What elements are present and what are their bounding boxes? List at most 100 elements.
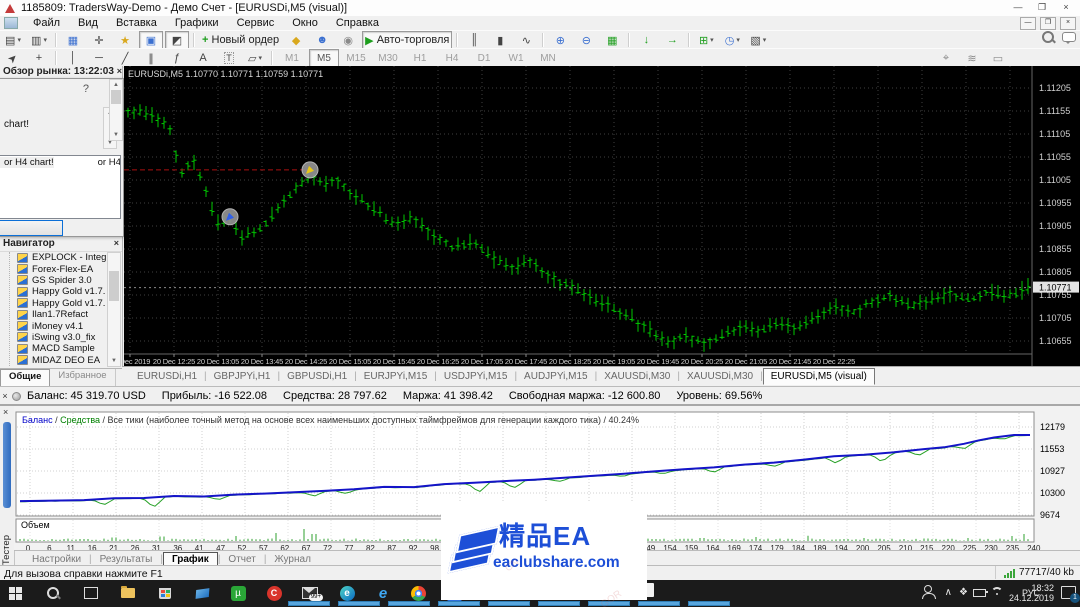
navigator-item[interactable]: EXPLOCK - Integr (0, 252, 122, 263)
zoom-out-button[interactable]: ⊖ (574, 31, 598, 49)
line-chart-button[interactable]: ∿ (514, 31, 538, 49)
chart-tab[interactable]: EURUSDi,M5 (visual) (762, 368, 875, 385)
chart-tab[interactable]: XAUUSDi,M30 (597, 369, 677, 384)
scroll-up-icon[interactable]: ▲ (110, 80, 122, 90)
navigator-item[interactable]: MIDAZ DEO EA (0, 355, 122, 366)
disabled-tool-button-1[interactable]: ⌖ (934, 49, 958, 67)
horizontal-line-button[interactable]: ─ (87, 49, 111, 67)
mdi-close-button[interactable]: × (1060, 17, 1076, 30)
utorrent-button[interactable]: µ (229, 584, 247, 602)
chart-tab[interactable]: AUDJPYi,M15 (517, 369, 595, 384)
ie-button[interactable]: e (374, 584, 392, 602)
shapes-button[interactable]: ▱ ▾ (243, 49, 267, 67)
tester-tab[interactable]: Результаты (92, 553, 161, 566)
channel-button[interactable]: ∥ (139, 49, 163, 67)
indicators-button[interactable]: ⊞ ▾ (694, 31, 718, 49)
auto-scroll-button[interactable]: ↓ (634, 31, 658, 49)
scrollbar-thumb[interactable] (111, 90, 121, 104)
templates-button[interactable]: ▧ ▾ (746, 31, 770, 49)
menu-item-file[interactable]: Файл (24, 17, 69, 29)
start-button[interactable] (6, 584, 24, 602)
tester-close-icon[interactable]: × (3, 407, 8, 417)
fibonacci-button[interactable]: ƒ (165, 49, 189, 67)
open-window-button[interactable] (388, 601, 430, 606)
timeframe-w1[interactable]: W1 (501, 49, 531, 67)
timeframe-mn[interactable]: MN (533, 49, 563, 67)
scroll-down-icon[interactable]: ▼ (110, 130, 122, 140)
mail-button[interactable]: 99+ (301, 584, 323, 602)
timeframe-m5[interactable]: M5 (309, 49, 339, 67)
search-icon[interactable] (1042, 31, 1054, 43)
open-window-button[interactable] (488, 601, 530, 606)
alert-list[interactable]: or H4 chart!or H4 chart!or H4 chart!or H… (0, 155, 121, 219)
list-scrollbar[interactable]: ▲ ▼ (109, 79, 123, 141)
price-chart[interactable]: EURUSDi,M5 1.10770 1.10771 1.10759 1.107… (110, 66, 1080, 366)
tray-app-icon[interactable]: ❖ (959, 587, 968, 598)
panel-close-icon[interactable]: × (0, 391, 10, 401)
tester-scrollbar-thumb[interactable] (3, 422, 11, 508)
navigator-item[interactable]: Forex-Flex-EA (0, 263, 122, 275)
terminal-toggle[interactable]: ▣ (139, 31, 163, 49)
strategy-tester-toggle[interactable]: ◩ (165, 31, 189, 49)
scroll-down-icon[interactable]: ▼ (108, 356, 120, 366)
chart-shift-button[interactable]: → (660, 31, 684, 49)
chart-tab[interactable]: GBPUSDi,H1 (280, 369, 354, 384)
ms-store-button[interactable] (156, 584, 174, 602)
open-window-button[interactable] (438, 601, 480, 606)
menu-item-tools[interactable]: Сервис (228, 17, 284, 29)
scrollbar-thumb[interactable] (109, 271, 119, 301)
vertical-line-button[interactable]: │ (61, 49, 85, 67)
bar-chart-button[interactable]: ║ (462, 31, 486, 49)
chat-icon[interactable] (1062, 32, 1076, 44)
menu-item-window[interactable]: Окно (283, 17, 327, 29)
open-window-button[interactable] (638, 601, 680, 606)
navigator-item[interactable]: Ilan1.7Refact (0, 309, 122, 320)
navigator-item[interactable]: GS Spider 3.0 (0, 275, 122, 286)
dialog-help-icon[interactable]: ? (83, 83, 89, 95)
menu-item-view[interactable]: Вид (69, 17, 107, 29)
community-button[interactable]: ☻ (310, 31, 334, 49)
chart-tab[interactable]: XAUUSDi,M30 (680, 369, 760, 384)
tray-expand-icon[interactable]: ∧ (945, 587, 952, 598)
trendline-button[interactable]: ╱ (113, 49, 137, 67)
open-window-button[interactable] (338, 601, 380, 606)
timeframe-m1[interactable]: M1 (277, 49, 307, 67)
candlestick-button[interactable]: ▮ (488, 31, 512, 49)
tray-people-icon[interactable] (922, 584, 936, 599)
navigator-toggle[interactable]: ★ (113, 31, 137, 49)
chart-tab[interactable]: EURUSDi,H1 (130, 369, 204, 384)
data-window-toggle[interactable]: ✛ (87, 31, 111, 49)
mdi-restore-button[interactable]: ❐ (1040, 17, 1056, 30)
timeframe-m30[interactable]: M30 (373, 49, 403, 67)
tester-tab[interactable]: Отчет (220, 553, 263, 566)
tray-network-icon[interactable] (991, 584, 1003, 596)
navigator-item[interactable]: Happy Gold v1.7. (0, 286, 122, 297)
timeframe-h4[interactable]: H4 (437, 49, 467, 67)
open-window-button[interactable] (538, 601, 580, 606)
market-watch-toggle[interactable]: ▦ (61, 31, 85, 49)
navigator-tab-favorites[interactable]: Избранное (50, 369, 116, 386)
taskbar-search-button[interactable] (44, 584, 62, 602)
navigator-item[interactable]: Happy Gold v1.7. (0, 298, 122, 309)
menu-item-help[interactable]: Справка (327, 17, 388, 29)
autotrading-button[interactable]: ▶ Авто-торговля (362, 31, 453, 49)
tile-windows-button[interactable]: ▦ (600, 31, 624, 49)
task-view-button[interactable] (82, 584, 100, 602)
chrome-button[interactable] (409, 584, 427, 602)
zoom-in-button[interactable]: ⊕ (548, 31, 572, 49)
chart-canvas[interactable]: 20 Dec 201920 Dec 12:2520 Dec 13:0520 De… (110, 66, 1080, 366)
mdi-minimize-button[interactable]: — (1020, 17, 1036, 30)
profiles-button[interactable]: ▥ ▾ (27, 31, 51, 49)
chart-tab[interactable]: EURJPYi,M15 (357, 369, 435, 384)
menu-item-charts[interactable]: Графики (166, 17, 228, 29)
tester-tab[interactable]: Настройки (24, 553, 89, 566)
close-button[interactable]: × (1054, 0, 1078, 15)
signals-button[interactable]: ◉ (336, 31, 360, 49)
disabled-tool-button-2[interactable]: ≋ (960, 49, 984, 67)
alert-list-item[interactable]: or H4 chart! (0, 157, 54, 168)
navigator-close-icon[interactable]: × (114, 238, 119, 248)
timeframe-h1[interactable]: H1 (405, 49, 435, 67)
timeframe-m15[interactable]: M15 (341, 49, 371, 67)
market-watch-close-icon[interactable]: × (117, 66, 122, 76)
dialog-ok-button[interactable] (0, 220, 63, 236)
